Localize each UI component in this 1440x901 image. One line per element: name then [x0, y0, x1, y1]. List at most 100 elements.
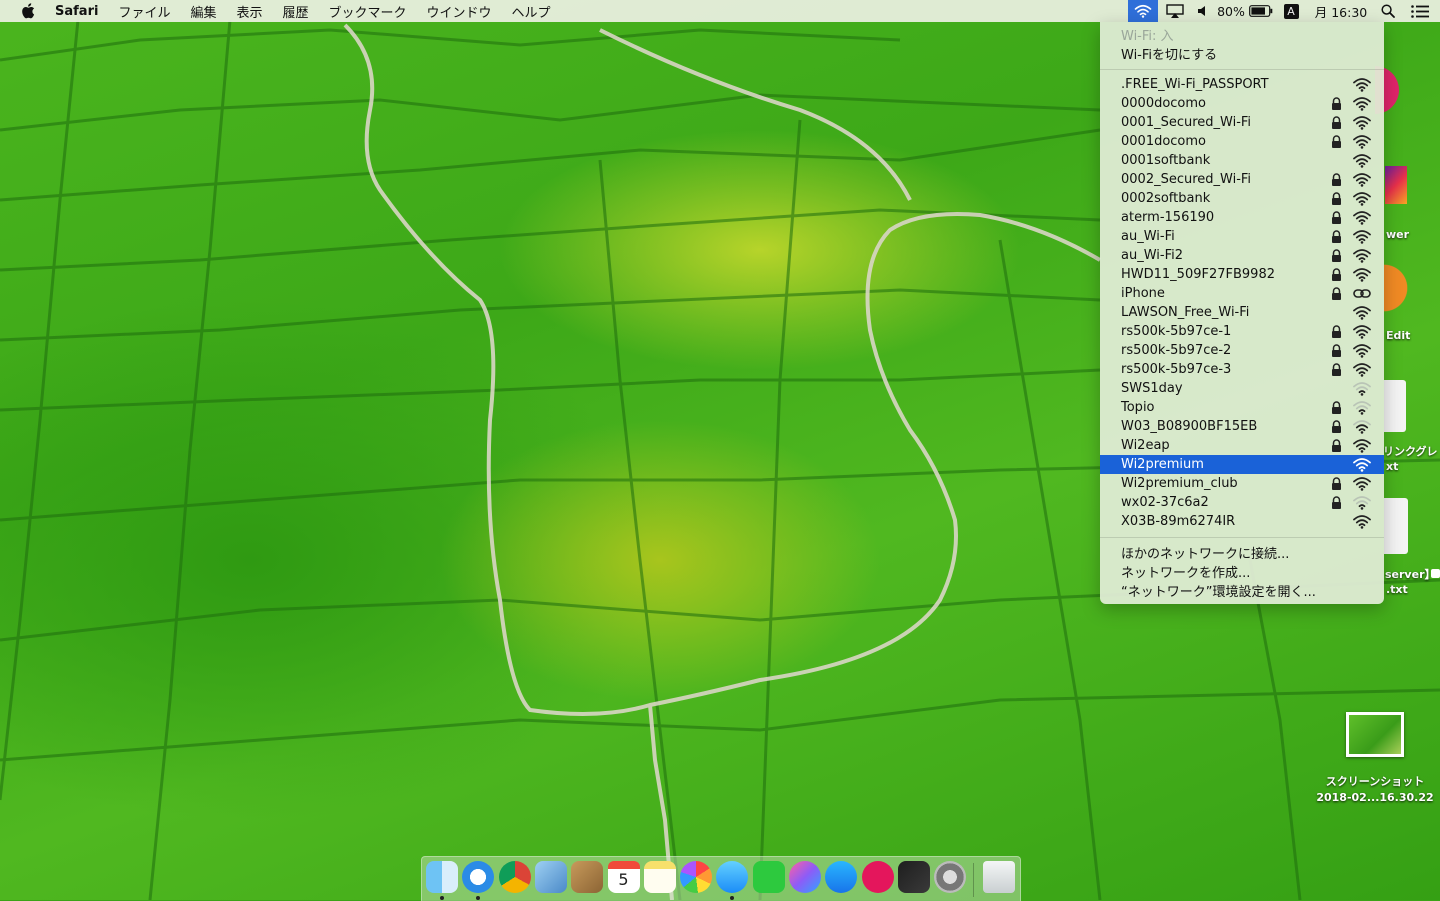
wifi-network-item[interactable]: rs500k-5b97ce-3: [1100, 360, 1384, 379]
wifi-network-item[interactable]: wx02-37c6a2: [1100, 493, 1384, 512]
wifi-signal-icon: [1352, 400, 1372, 415]
battery-icon[interactable]: [1246, 0, 1276, 22]
partial-desktop-label: Edit: [1386, 329, 1411, 342]
wifi-network-name: Wi2premium: [1121, 457, 1204, 472]
volume-icon[interactable]: [1192, 0, 1216, 22]
wifi-network-item[interactable]: SWS1day: [1100, 379, 1384, 398]
menu-bar: Safari ファイル 編集 表示 履歴 ブックマーク ウインドウ ヘルプ 80…: [0, 0, 1440, 22]
status-area: 80% A 月 16:30: [1128, 0, 1440, 22]
wifi-network-item[interactable]: rs500k-5b97ce-1: [1100, 322, 1384, 341]
preview-icon[interactable]: [534, 861, 567, 893]
screenshot-file-date: 2018-02...16.30.22: [1316, 791, 1434, 804]
open-network-preferences-item[interactable]: “ネットワーク”環境設定を開く...: [1100, 581, 1384, 600]
airmail-icon[interactable]: [861, 861, 894, 893]
wifi-network-item[interactable]: X03B-89m6274IR: [1100, 512, 1384, 531]
wifi-network-item[interactable]: Wi2premium: [1100, 455, 1384, 474]
calendar-day: 5: [618, 870, 629, 889]
wifi-network-name: 0002_Secured_Wi-Fi: [1121, 172, 1252, 187]
running-indicator: [730, 896, 735, 900]
safari-icon[interactable]: [462, 861, 495, 893]
wifi-signal-icon: [1352, 362, 1372, 377]
trash-icon[interactable]: [983, 861, 1015, 893]
airplay-icon[interactable]: [1158, 0, 1192, 22]
lock-icon: [1331, 363, 1342, 376]
wifi-network-name: rs500k-5b97ce-1: [1121, 324, 1232, 339]
wifi-network-item[interactable]: Wi2premium_club: [1100, 474, 1384, 493]
wifi-signal-icon: [1352, 514, 1372, 529]
wifi-network-item[interactable]: Wi2eap: [1100, 436, 1384, 455]
wifi-network-item[interactable]: Topio: [1100, 398, 1384, 417]
wifi-toggle-item[interactable]: Wi-Fiを切にする: [1100, 44, 1384, 63]
menu-clock[interactable]: 月 16:30: [1306, 0, 1376, 22]
menu-history[interactable]: 履歴: [272, 2, 318, 21]
menu-app-name[interactable]: Safari: [53, 4, 108, 19]
spotlight-search-icon[interactable]: [1376, 0, 1400, 22]
partial-text-file-icon[interactable]: [1384, 380, 1406, 432]
wifi-network-item[interactable]: LAWSON_Free_Wi-Fi: [1100, 303, 1384, 322]
wifi-network-name: LAWSON_Free_Wi-Fi: [1121, 305, 1250, 320]
wifi-signal-icon: [1352, 457, 1372, 472]
wifi-toggle-label: Wi-Fiを切にする: [1121, 48, 1218, 63]
dock: 5: [421, 856, 1021, 901]
wifi-signal-icon: [1352, 153, 1372, 168]
wifi-network-item[interactable]: 0002softbank: [1100, 189, 1384, 208]
battery-percent[interactable]: 80%: [1216, 0, 1246, 22]
wifi-signal-icon: [1352, 305, 1372, 320]
join-other-network-item[interactable]: ほかのネットワークに接続...: [1100, 543, 1384, 562]
wifi-network-name: 0001softbank: [1121, 153, 1211, 168]
wifi-network-item[interactable]: aterm-156190: [1100, 208, 1384, 227]
line-icon[interactable]: [752, 861, 785, 893]
app-store-icon[interactable]: [825, 861, 858, 893]
wifi-network-item[interactable]: rs500k-5b97ce-2: [1100, 341, 1384, 360]
menu-edit[interactable]: 編集: [180, 2, 226, 21]
wifi-network-name: Wi2eap: [1121, 438, 1170, 453]
menu-window[interactable]: ウインドウ: [417, 2, 502, 21]
contacts-icon[interactable]: [571, 861, 604, 893]
menu-separator: [1100, 537, 1384, 538]
chrome-icon[interactable]: [498, 861, 531, 893]
partial-desktop-image-icon[interactable]: [1385, 166, 1407, 204]
lock-icon: [1331, 211, 1342, 224]
wifi-network-item[interactable]: iPhone: [1100, 284, 1384, 303]
wifi-network-name: 0002softbank: [1121, 191, 1211, 206]
wifi-network-item[interactable]: W03_B08900BF15EB: [1100, 417, 1384, 436]
wifi-signal-icon: [1352, 495, 1372, 510]
screenshot-file-icon[interactable]: [1346, 712, 1404, 757]
photos-icon[interactable]: [680, 861, 713, 893]
wifi-network-item[interactable]: 0001docomo: [1100, 132, 1384, 151]
screenshot-file-label[interactable]: スクリーンショット 2018-02...16.30.22: [1300, 774, 1440, 806]
menu-file[interactable]: ファイル: [108, 2, 180, 21]
itunes-icon[interactable]: [789, 861, 821, 893]
wifi-network-item[interactable]: .FREE_Wi-Fi_PASSPORT: [1100, 75, 1384, 94]
system-preferences-icon[interactable]: [934, 861, 967, 893]
wifi-network-item[interactable]: HWD11_509F27FB9982: [1100, 265, 1384, 284]
apple-icon[interactable]: [21, 3, 35, 19]
wifi-network-item[interactable]: 0002_Secured_Wi-Fi: [1100, 170, 1384, 189]
notes-icon[interactable]: [643, 861, 676, 893]
create-network-item[interactable]: ネットワークを作成...: [1100, 562, 1384, 581]
messages-icon[interactable]: [716, 861, 749, 893]
lock-icon: [1331, 249, 1342, 262]
input-source-label: A: [1283, 3, 1299, 19]
wifi-network-item[interactable]: 0000docomo: [1100, 94, 1384, 113]
wifi-signal-icon: [1352, 134, 1372, 149]
partial-desktop-label: server】: [1385, 568, 1436, 581]
wifi-network-item[interactable]: au_Wi-Fi2: [1100, 246, 1384, 265]
finder-icon[interactable]: [426, 861, 458, 893]
wifi-network-name: .FREE_Wi-Fi_PASSPORT: [1121, 77, 1269, 92]
menu-view[interactable]: 表示: [226, 2, 272, 21]
wifi-network-item[interactable]: 0001softbank: [1100, 151, 1384, 170]
notification-center-icon[interactable]: [1400, 0, 1440, 22]
menu-help[interactable]: ヘルプ: [502, 2, 561, 21]
input-source-icon[interactable]: A: [1276, 0, 1306, 22]
monitor-app-icon[interactable]: [897, 861, 930, 893]
wifi-status-icon[interactable]: [1128, 0, 1158, 22]
menu-bookmarks[interactable]: ブックマーク: [319, 2, 417, 21]
wifi-network-item[interactable]: 0001_Secured_Wi-Fi: [1100, 113, 1384, 132]
partial-text-file-icon[interactable]: [1384, 498, 1408, 554]
partial-rocket-app-icon[interactable]: [1384, 262, 1412, 314]
wifi-network-item[interactable]: au_Wi-Fi: [1100, 227, 1384, 246]
lock-icon: [1331, 344, 1342, 357]
screenshot-thumbnail: [1349, 715, 1401, 754]
calendar-icon[interactable]: 5: [607, 861, 640, 893]
